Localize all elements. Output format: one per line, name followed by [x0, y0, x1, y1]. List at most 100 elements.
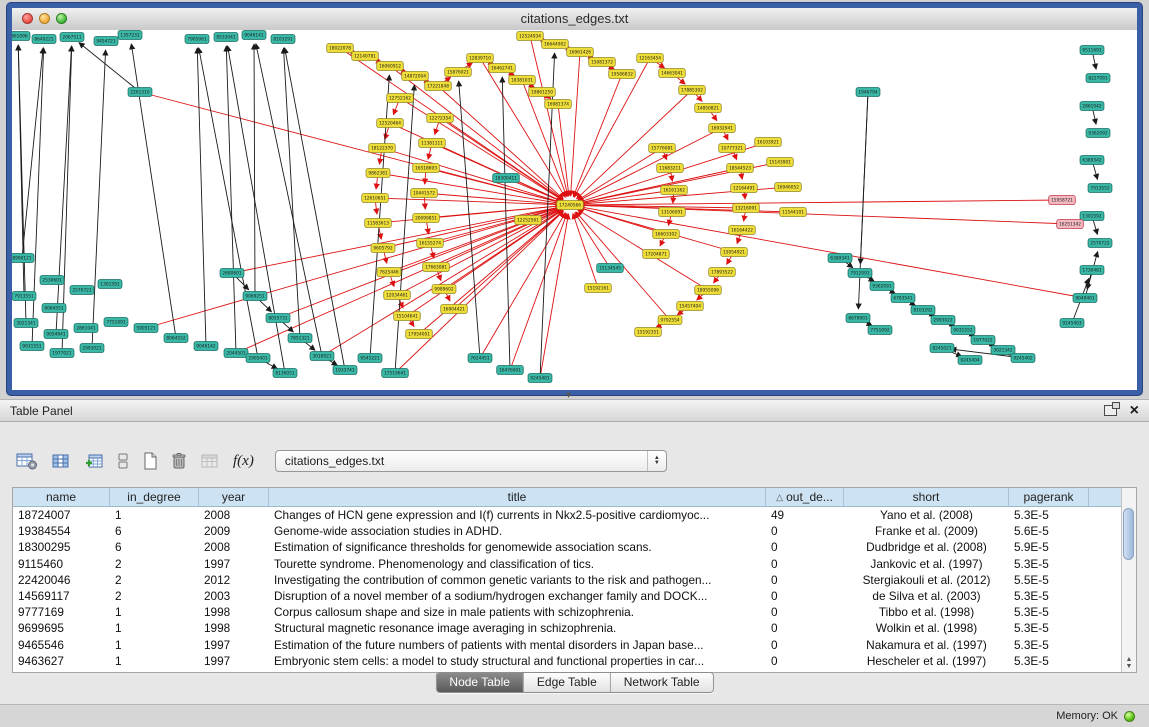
- graph-node[interactable]: 9054941: [44, 330, 68, 339]
- graph-node[interactable]: 2861042: [1080, 102, 1104, 111]
- table-scrollbar[interactable]: ▲▼: [1121, 488, 1136, 672]
- graph-node[interactable]: 9605792: [371, 244, 395, 253]
- graph-node[interactable]: 9989602: [432, 285, 456, 294]
- graph-node[interactable]: 7905061: [185, 35, 209, 44]
- graph-node[interactable]: 18381031: [509, 76, 536, 85]
- graph-node[interactable]: 9245401: [528, 374, 552, 383]
- graph-node[interactable]: 17893522: [709, 268, 736, 277]
- graph-node[interactable]: 5905121: [134, 324, 158, 333]
- column-header-out_degree[interactable]: △out_de...: [766, 488, 844, 506]
- graph-node[interactable]: 14872004: [402, 72, 429, 81]
- graph-node[interactable]: 15143901: [767, 158, 794, 167]
- graph-node[interactable]: 13106091: [659, 208, 686, 217]
- graph-node[interactable]: 16251342: [1057, 220, 1084, 229]
- column-header-pagerank[interactable]: pagerank: [1009, 488, 1089, 506]
- graph-node[interactable]: 15054921: [721, 248, 748, 257]
- graph-node[interactable]: 7751092: [868, 326, 892, 335]
- tab-node-table[interactable]: Node Table: [436, 673, 523, 692]
- table-selector[interactable]: citations_edges.txt ▲▼: [275, 450, 667, 472]
- graph-node[interactable]: 14850821: [695, 104, 722, 113]
- graph-node[interactable]: 7851321: [288, 334, 312, 343]
- graph-node[interactable]: 14663041: [659, 69, 686, 78]
- graph-node[interactable]: 11544101: [780, 208, 807, 217]
- table-row[interactable]: 1456911722003Disruption of a novel membe…: [13, 588, 1136, 604]
- graph-node[interactable]: 9069251: [243, 292, 267, 301]
- graph-node[interactable]: 2680601: [220, 269, 244, 278]
- scrollbar-thumb[interactable]: [1123, 508, 1134, 560]
- graph-node[interactable]: 15876021: [445, 68, 472, 77]
- graph-node[interactable]: 16103921: [755, 138, 782, 147]
- table-row[interactable]: 969969511998Structural magnetic resonanc…: [13, 620, 1136, 636]
- graph-node[interactable]: 1933741: [333, 366, 357, 375]
- close-window-button[interactable]: [22, 13, 33, 24]
- graph-node[interactable]: 17885302: [679, 86, 706, 95]
- zoom-window-button[interactable]: [56, 13, 67, 24]
- graph-node[interactable]: 8245021: [930, 344, 954, 353]
- graph-node[interactable]: 12752162: [387, 94, 414, 103]
- graph-node[interactable]: 2067511: [60, 33, 84, 42]
- graph-node[interactable]: 7912091: [848, 269, 872, 278]
- graph-node[interactable]: 16164422: [729, 226, 756, 235]
- table-row[interactable]: 946554611997Estimation of the future num…: [13, 637, 1136, 653]
- graph-node[interactable]: 16644902: [542, 40, 569, 49]
- graph-node[interactable]: 8640221: [32, 35, 56, 44]
- graph-node[interactable]: 16981374: [545, 100, 572, 109]
- graph-node[interactable]: 9245403: [1060, 319, 1084, 328]
- graph-node[interactable]: 12034461: [384, 291, 411, 300]
- graph-node[interactable]: 15104641: [394, 312, 421, 321]
- graph-node[interactable]: 12164491: [731, 184, 758, 193]
- graph-node[interactable]: 11381111: [419, 139, 446, 148]
- graph-node[interactable]: 12524934: [517, 32, 544, 41]
- graph-node[interactable]: 1977021: [50, 349, 74, 358]
- table-row[interactable]: 911546021997Tourette syndrome. Phenomeno…: [13, 556, 1136, 572]
- graph-node[interactable]: 17240566: [557, 201, 584, 210]
- function-builder-button[interactable]: f(x): [233, 449, 254, 473]
- graph-node[interactable]: 13216091: [733, 204, 760, 213]
- graph-node[interactable]: 19861250: [529, 88, 556, 97]
- graph-node[interactable]: 1861096: [12, 32, 30, 41]
- graph-node[interactable]: 7913552: [1088, 184, 1112, 193]
- table-row[interactable]: 1830029562008Estimation of significance …: [13, 539, 1136, 555]
- network-window[interactable]: citations_edges.txt 17240566127521621252…: [7, 3, 1142, 395]
- graph-node[interactable]: 15192351: [635, 328, 662, 337]
- graph-node[interactable]: 1357231: [118, 31, 142, 40]
- graph-node[interactable]: 16476001: [497, 366, 524, 375]
- graph-node[interactable]: 9362092: [1086, 129, 1110, 138]
- graph-node[interactable]: 16961426: [567, 48, 594, 57]
- table-row[interactable]: 1938455462009Genome-wide association stu…: [13, 523, 1136, 539]
- graph-node[interactable]: 1301591: [98, 280, 122, 289]
- graph-node[interactable]: 8103291: [271, 35, 295, 44]
- close-panel-icon[interactable]: ×: [1130, 405, 1139, 417]
- graph-node[interactable]: 2861041: [74, 324, 98, 333]
- graph-node[interactable]: 16161162: [661, 186, 688, 195]
- network-graph[interactable]: 1724056612752162125204641812237098623811…: [12, 30, 1137, 390]
- graph-node[interactable]: 15776081: [649, 144, 676, 153]
- graph-node[interactable]: 2261310: [128, 88, 152, 97]
- graph-node[interactable]: 16155274: [417, 239, 444, 248]
- graph-node[interactable]: 20099851: [413, 214, 440, 223]
- graph-node[interactable]: 9046141: [242, 31, 266, 40]
- column-header-year[interactable]: year: [199, 488, 269, 506]
- graph-node[interactable]: 9545221: [358, 354, 382, 363]
- delete-table-button[interactable]: [200, 449, 220, 473]
- show-columns-button[interactable]: [51, 449, 71, 473]
- graph-node[interactable]: 1977022: [971, 336, 995, 345]
- graph-node[interactable]: 8227091: [1086, 74, 1110, 83]
- graph-node[interactable]: 1730481: [1080, 266, 1104, 275]
- graph-node[interactable]: 3021342: [991, 346, 1015, 355]
- tab-edge-table[interactable]: Edge Table: [523, 673, 610, 692]
- graph-node[interactable]: 18022078: [327, 44, 354, 53]
- graph-node[interactable]: 9245402: [1011, 354, 1035, 363]
- graph-node[interactable]: 15081372: [589, 58, 616, 67]
- graph-node[interactable]: 9245404: [958, 356, 982, 365]
- graph-node[interactable]: 9031551: [20, 342, 44, 351]
- graph-node[interactable]: 9046142: [194, 342, 218, 351]
- row-height-button[interactable]: [117, 449, 129, 473]
- graph-node[interactable]: 9031552: [951, 326, 975, 335]
- graph-node[interactable]: 8103292: [911, 306, 935, 315]
- graph-node[interactable]: 12520464: [377, 119, 404, 128]
- graph-node[interactable]: 12140781: [352, 52, 379, 61]
- scrollbar-arrows-icon[interactable]: ▲▼: [1122, 656, 1136, 670]
- minimize-window-button[interactable]: [39, 13, 50, 24]
- graph-node[interactable]: 6679901: [846, 314, 870, 323]
